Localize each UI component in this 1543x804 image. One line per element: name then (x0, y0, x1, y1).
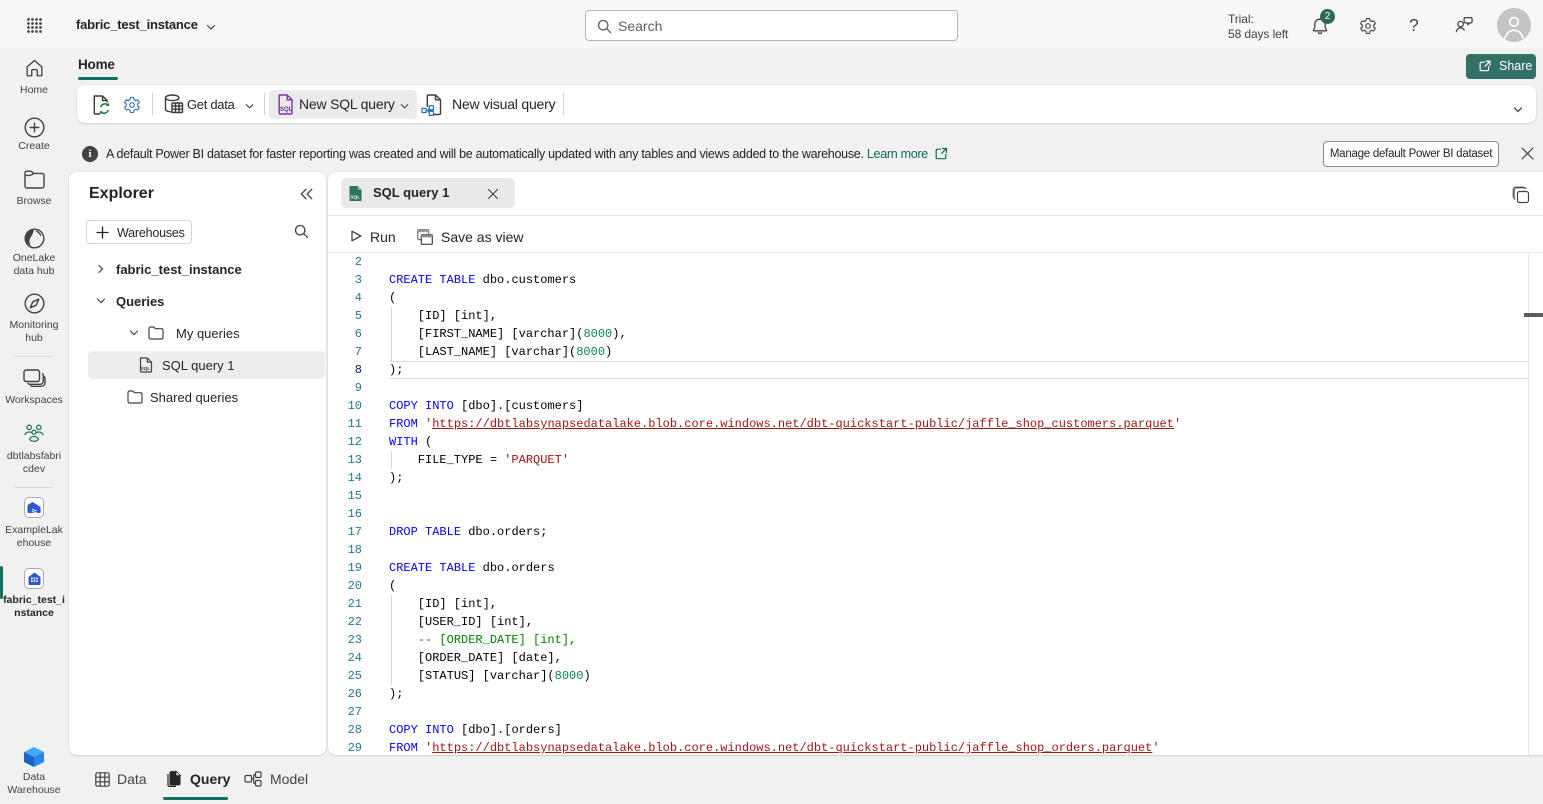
svg-text:SQL: SQL (280, 107, 293, 113)
svg-text:SQL: SQL (141, 366, 151, 371)
svg-text:SQL: SQL (350, 195, 360, 201)
